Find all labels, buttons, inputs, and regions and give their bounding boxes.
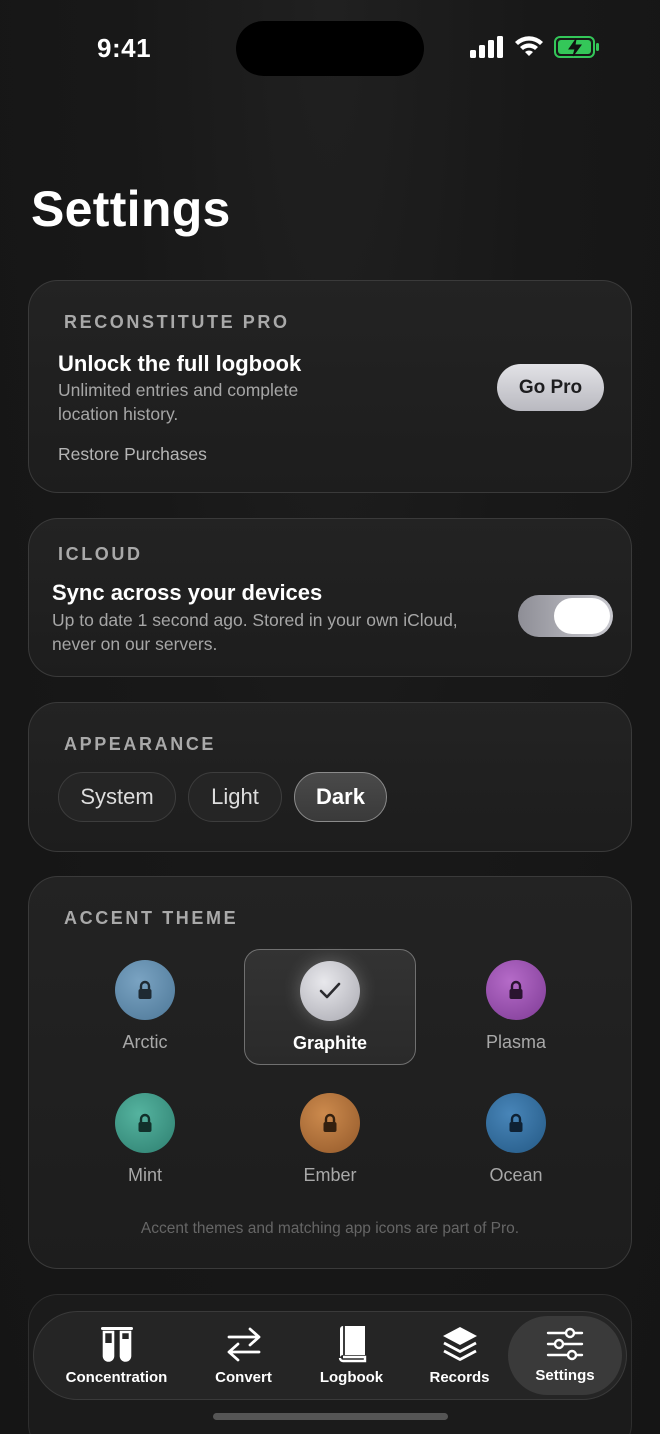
icloud-card: ICLOUD Sync across your devices Up to da… xyxy=(28,518,632,677)
section-label: APPEARANCE xyxy=(64,734,217,754)
appearance-option-system[interactable]: System xyxy=(58,772,176,822)
card-subtitle: Unlimited entries and complete location … xyxy=(58,378,298,426)
lock-icon xyxy=(509,1113,523,1132)
theme-graphite[interactable]: Graphite xyxy=(244,949,416,1065)
theme-swatch xyxy=(300,961,360,1021)
arrows-exchange-icon xyxy=(227,1327,260,1362)
accent-theme-card: ACCENT THEME Arctic Graphite Plasma Mint… xyxy=(28,876,632,1269)
theme-swatch xyxy=(115,1093,175,1153)
cellular-signal-icon xyxy=(470,36,503,58)
theme-arctic[interactable]: Arctic xyxy=(59,949,231,1065)
lock-icon xyxy=(138,1113,152,1132)
tab-concentration[interactable]: Concentration xyxy=(38,1316,195,1395)
lock-icon xyxy=(323,1113,337,1132)
status-icons xyxy=(470,36,600,58)
tab-label: Records xyxy=(429,1369,490,1386)
section-label: RECONSTITUTE PRO xyxy=(64,312,290,332)
subtitle-line: Unlimited entries and complete xyxy=(58,380,299,400)
tab-records[interactable]: Records xyxy=(411,1316,508,1395)
tab-logbook[interactable]: Logbook xyxy=(292,1316,411,1395)
appearance-card: APPEARANCE System Light Dark xyxy=(28,702,632,852)
card-title: Unlock the full logbook xyxy=(58,351,302,376)
theme-swatch xyxy=(486,1093,546,1153)
theme-ocean[interactable]: Ocean xyxy=(430,1082,602,1198)
appearance-option-light[interactable]: Light xyxy=(188,772,282,822)
subtitle-line: never on our servers. xyxy=(52,634,218,654)
section-label: ACCENT THEME xyxy=(64,908,239,928)
theme-swatch xyxy=(300,1093,360,1153)
lock-icon xyxy=(509,980,523,999)
toggle-knob xyxy=(554,598,610,634)
icloud-sync-toggle[interactable] xyxy=(518,595,613,637)
tab-settings[interactable]: Settings xyxy=(508,1316,622,1395)
home-indicator[interactable] xyxy=(213,1413,448,1420)
wifi-icon xyxy=(515,36,543,56)
battery-charging-icon xyxy=(554,36,599,58)
theme-label: Graphite xyxy=(292,1033,367,1053)
page-title: Settings xyxy=(31,181,231,237)
tab-label: Logbook xyxy=(319,1369,384,1386)
go-pro-button[interactable]: Go Pro xyxy=(497,364,604,411)
section-label: ICLOUD xyxy=(58,544,143,564)
theme-label: Ocean xyxy=(489,1165,543,1185)
restore-purchases-link[interactable]: Restore Purchases xyxy=(58,444,207,465)
theme-label: Ember xyxy=(303,1165,357,1185)
card-subtitle: Up to date 1 second ago. Stored in your … xyxy=(52,608,458,656)
accent-footnote: Accent themes and matching app icons are… xyxy=(140,1220,520,1237)
tab-convert[interactable]: Convert xyxy=(195,1316,292,1395)
dynamic-island xyxy=(236,21,424,76)
sliders-icon xyxy=(546,1327,584,1361)
layers-icon xyxy=(442,1327,477,1361)
theme-label: Plasma xyxy=(485,1032,547,1052)
tab-bar: Concentration Convert Logbook Records Se… xyxy=(33,1311,627,1400)
tab-label: Settings xyxy=(535,1367,595,1384)
pro-card: RECONSTITUTE PRO Unlock the full logbook… xyxy=(28,280,632,493)
book-icon xyxy=(338,1326,366,1363)
theme-swatch xyxy=(486,960,546,1020)
theme-label: Arctic xyxy=(122,1032,168,1052)
card-title: Sync across your devices xyxy=(52,580,323,605)
checkmark-icon xyxy=(319,982,341,999)
tab-label: Convert xyxy=(215,1369,272,1386)
subtitle-line: Up to date 1 second ago. Stored in your … xyxy=(52,610,458,630)
status-time: 9:41 xyxy=(97,33,152,63)
test-tubes-icon xyxy=(100,1327,133,1362)
theme-label: Mint xyxy=(127,1165,162,1185)
theme-mint[interactable]: Mint xyxy=(59,1082,231,1198)
theme-ember[interactable]: Ember xyxy=(244,1082,416,1198)
subtitle-line: location history. xyxy=(58,404,179,424)
theme-plasma[interactable]: Plasma xyxy=(430,949,602,1065)
tab-label: Concentration xyxy=(65,1369,168,1386)
theme-swatch xyxy=(115,960,175,1020)
lock-icon xyxy=(138,980,152,999)
appearance-option-dark[interactable]: Dark xyxy=(294,772,387,822)
